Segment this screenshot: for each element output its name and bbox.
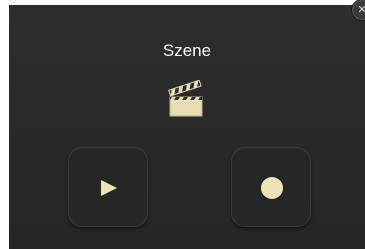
play-button[interactable] xyxy=(68,147,148,227)
record-icon xyxy=(261,177,283,199)
close-button[interactable]: ✕ xyxy=(351,0,365,21)
clapperboard-icon xyxy=(168,80,203,117)
close-icon: ✕ xyxy=(357,3,365,16)
scene-title: Szene xyxy=(162,41,212,60)
record-button[interactable] xyxy=(231,147,311,227)
background-strip xyxy=(0,0,9,249)
play-icon xyxy=(101,180,117,196)
scene-tile: ✕ Szene xyxy=(9,0,365,249)
